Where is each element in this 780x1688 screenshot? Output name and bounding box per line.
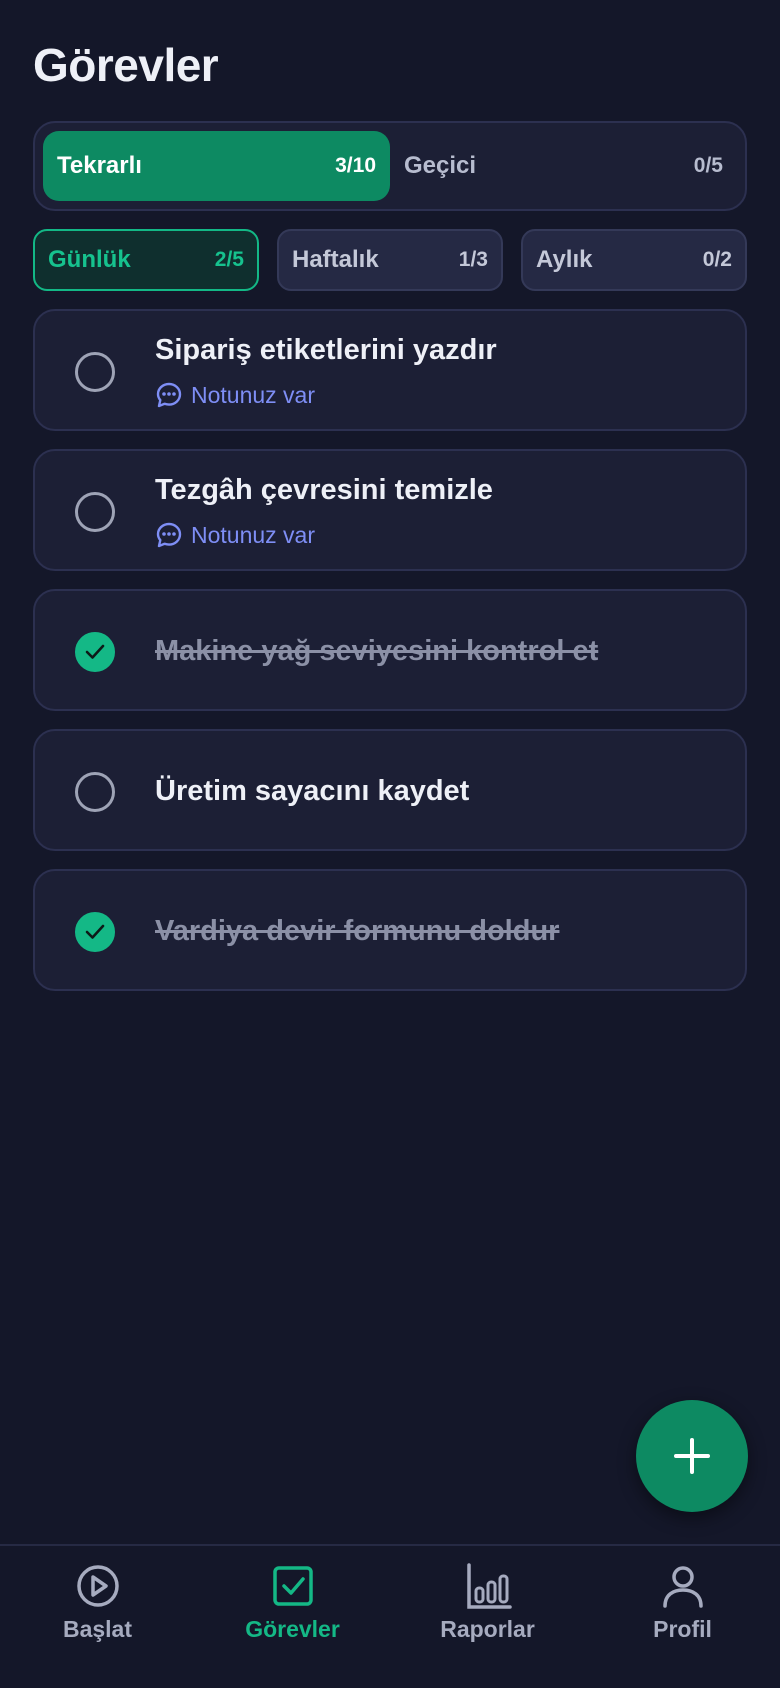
task-title: Sipariş etiketlerini yazdır (155, 334, 497, 366)
period-tabs: Günlük 2/5 Haftalık 1/3 Aylık 0/2 (33, 229, 747, 291)
task-list: Sipariş etiketlerini yazdır Notunuz var … (33, 309, 747, 1009)
add-task-button[interactable] (636, 1400, 748, 1512)
segment-count: 3/10 (335, 154, 376, 177)
task-title: Tezgâh çevresini temizle (155, 474, 493, 506)
task-item[interactable]: Makine yağ seviyesini kontrol et (33, 589, 747, 711)
segment-label: Geçici (404, 152, 477, 179)
checkmark-icon (85, 644, 105, 659)
task-note[interactable]: Notunuz var (155, 381, 315, 409)
task-checkbox[interactable] (75, 772, 115, 812)
nav-label: Raporlar (440, 1616, 535, 1642)
segment-recurring[interactable]: Tekrarlı 3/10 (43, 131, 390, 201)
tab-label: Günlük (48, 246, 131, 273)
page-title: Görevler (33, 39, 219, 91)
task-note-label: Notunuz var (191, 521, 316, 548)
user-icon (662, 1566, 703, 1608)
task-title: Üretim sayacını kaydet (155, 775, 470, 807)
nav-item-reports[interactable]: Raporlar (390, 1546, 585, 1688)
nav-label: Başlat (62, 1616, 133, 1642)
tab-label: Haftalık (292, 246, 379, 273)
bar-chart-icon (466, 1563, 512, 1609)
chat-bubble-icon (156, 522, 182, 548)
bottom-nav: Başlat Görevler Raporlar Profil (0, 1544, 780, 1688)
task-type-segment: Tekrarlı 3/10 Geçici 0/5 (33, 121, 747, 211)
task-note[interactable]: Notunuz var (155, 521, 315, 549)
tab-label: Aylık (536, 246, 593, 273)
checkmark-icon (85, 924, 105, 939)
task-item[interactable]: Vardiya devir formunu doldur (33, 869, 747, 991)
segment-label: Tekrarlı (57, 152, 142, 179)
task-title: Vardiya devir formunu doldur (155, 915, 560, 947)
plus-icon (674, 1438, 710, 1474)
tab-count: 1/3 (458, 248, 488, 271)
task-item[interactable]: Sipariş etiketlerini yazdır Notunuz var (33, 309, 747, 431)
segment-count: 0/5 (693, 154, 723, 177)
task-checkbox[interactable] (75, 352, 115, 392)
task-checkbox[interactable] (75, 912, 115, 952)
checkbox-icon (272, 1566, 313, 1606)
chat-bubble-icon (156, 382, 182, 408)
tab-daily[interactable]: Günlük 2/5 (33, 229, 259, 291)
tab-count: 0/2 (702, 248, 732, 271)
task-checkbox[interactable] (75, 492, 115, 532)
segment-temporary[interactable]: Geçici 0/5 (390, 131, 737, 201)
nav-item-start[interactable]: Başlat (0, 1546, 195, 1688)
task-checkbox[interactable] (75, 632, 115, 672)
nav-item-tasks[interactable]: Görevler (195, 1546, 390, 1688)
play-circle-icon (76, 1565, 119, 1607)
task-item[interactable]: Tezgâh çevresini temizle Notunuz var (33, 449, 747, 571)
nav-label: Profil (653, 1616, 712, 1642)
tab-weekly[interactable]: Haftalık 1/3 (277, 229, 503, 291)
tab-monthly[interactable]: Aylık 0/2 (521, 229, 747, 291)
task-item[interactable]: Üretim sayacını kaydet (33, 729, 747, 851)
task-note-label: Notunuz var (191, 381, 316, 408)
tab-count: 2/5 (214, 248, 244, 271)
task-title: Makine yağ seviyesini kontrol et (155, 635, 599, 667)
nav-label: Görevler (245, 1616, 340, 1642)
nav-item-profile[interactable]: Profil (585, 1546, 780, 1688)
